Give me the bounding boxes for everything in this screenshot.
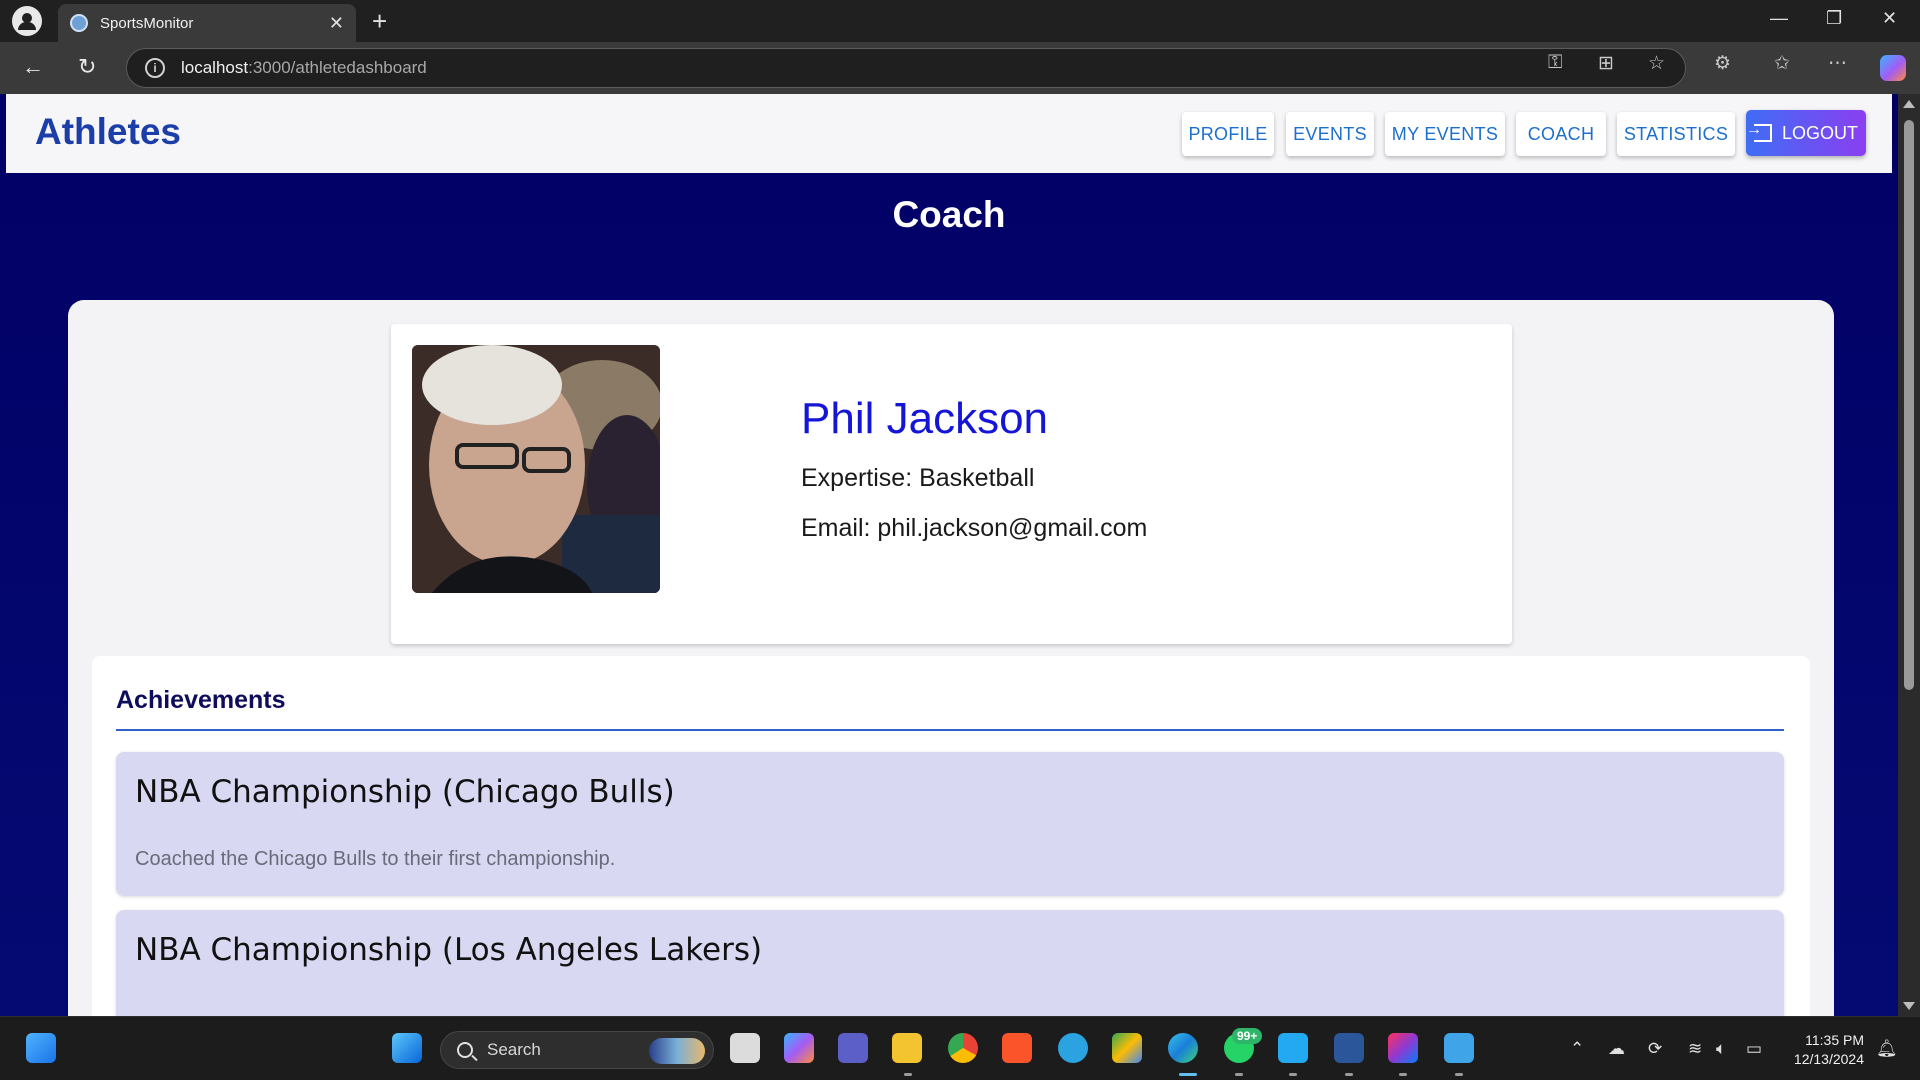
reload-icon[interactable]: ↻ [78,54,96,80]
new-tab-icon[interactable]: + [372,6,387,36]
nav-coach-button[interactable]: COACH [1516,112,1606,156]
battery-icon[interactable]: ▭ [1746,1039,1762,1059]
word-icon[interactable] [1334,1033,1364,1063]
chevron-up-icon[interactable]: ⌃ [1570,1039,1584,1059]
widgets-icon[interactable] [26,1033,56,1063]
achievement-card: NBA Championship (Los Angeles Lakers) [116,910,1784,1016]
logout-icon [1746,121,1772,142]
achievement-description: Coached the Chicago Bulls to their first… [135,848,616,870]
url-path: :3000/athletedashboard [248,58,427,77]
favorites-icon[interactable]: ✩ [1774,52,1790,75]
back-icon[interactable]: ← [22,54,44,80]
coach-name: Phil Jackson [801,394,1049,443]
achievement-title: NBA Championship (Chicago Bulls) [135,774,675,810]
edge-icon[interactable] [1168,1033,1198,1063]
achievement-title: NBA Championship (Los Angeles Lakers) [135,932,763,968]
brave-icon[interactable] [1002,1033,1032,1063]
restore-icon[interactable]: ❐ [1826,8,1842,29]
running-indicator [1345,1073,1353,1076]
browser-toolbar: ← ↻ i localhost :3000/athletedashboard ⚿… [0,42,1920,94]
running-indicator [1235,1073,1243,1076]
nav-my-events-button[interactable]: MY EVENTS [1385,112,1505,156]
coach-expertise: Expertise: Basketball [801,464,1035,492]
running-indicator [904,1073,912,1076]
address-bar[interactable]: i localhost :3000/athletedashboard [126,48,1686,88]
notifications-icon[interactable]: 🔔︎ [1876,1039,1898,1059]
search-highlight-icon [649,1038,705,1064]
running-indicator [1289,1073,1297,1076]
brand-title[interactable]: Athletes [35,111,181,153]
volume-icon[interactable]: 🔈︎ [1716,1039,1726,1059]
coach-card: Phil Jackson Expertise: Basketball Email… [391,324,1512,644]
logout-button[interactable]: LOGOUT [1746,110,1866,156]
running-indicator [1455,1073,1463,1076]
page-viewport: Athletes PROFILE EVENTS MY EVENTS COACH … [0,94,1898,1016]
favorite-star-icon[interactable]: ☆ [1648,52,1665,75]
whatsapp-badge: 99+ [1232,1028,1263,1044]
taskbar-search[interactable]: Search [440,1031,714,1069]
taskbar-clock[interactable]: 11:35 PM 12/13/2024 [1768,1031,1864,1069]
vscode-icon[interactable] [1278,1033,1308,1063]
nav-profile-button[interactable]: PROFILE [1182,112,1274,156]
search-icon [457,1042,473,1058]
task-view-icon[interactable] [730,1033,760,1063]
logout-label: LOGOUT [1781,122,1858,143]
globe-icon [70,14,88,32]
file-explorer-icon[interactable] [892,1033,922,1063]
intellij-icon[interactable] [1388,1033,1418,1063]
clock-date: 12/13/2024 [1793,1051,1864,1067]
windows-taskbar: Search 99+ ⌃ ☁ ⟳ ≋ 🔈︎ ▭ 11:35 PM 12/13/2… [0,1016,1920,1080]
browser-tab-bar: SportsMonitor ✕ + — ❐ ✕ [0,0,1920,42]
telegram-icon[interactable] [1058,1033,1088,1063]
clock-time: 11:35 PM [1805,1032,1864,1048]
running-indicator [1399,1073,1407,1076]
minimize-icon[interactable]: — [1770,8,1788,29]
copilot-icon[interactable] [1880,55,1906,81]
copilot-app-icon[interactable] [784,1033,814,1063]
active-indicator [1179,1073,1197,1076]
nav-events-button[interactable]: EVENTS [1286,112,1374,156]
coach-email: Email: phil.jackson@gmail.com [801,514,1148,542]
sync-icon[interactable]: ⟳ [1648,1039,1662,1059]
nav-statistics-button[interactable]: STATISTICS [1617,112,1735,156]
coach-panel: Phil Jackson Expertise: Basketball Email… [68,300,1834,1016]
close-window-icon[interactable]: ✕ [1882,8,1897,29]
notepad-icon[interactable] [1444,1033,1474,1063]
chrome-icon[interactable] [948,1033,978,1063]
wifi-icon[interactable]: ≋ [1688,1039,1702,1059]
teams-icon[interactable] [838,1033,868,1063]
start-icon[interactable] [392,1033,422,1063]
achievement-card: NBA Championship (Chicago Bulls) Coached… [116,752,1784,896]
tab-title: SportsMonitor [100,14,194,32]
page-scrollbar[interactable] [1898,94,1920,1016]
scroll-thumb[interactable] [1904,120,1914,690]
taskbar-search-label: Search [487,1040,541,1059]
url-host: localhost [181,58,249,77]
app-grid-icon[interactable]: ⊞ [1598,52,1614,75]
coach-photo [412,345,660,593]
onedrive-icon[interactable]: ☁ [1608,1039,1625,1059]
page-title: Coach [892,194,1006,235]
app-header: Athletes PROFILE EVENTS MY EVENTS COACH … [6,94,1892,173]
achievements-section: Achievements NBA Championship (Chicago B… [92,656,1810,1016]
browser-tab[interactable]: SportsMonitor ✕ [58,4,356,42]
key-icon[interactable]: ⚿ [1548,52,1562,74]
extensions-icon[interactable]: ⚙ [1714,52,1731,75]
close-tab-icon[interactable]: ✕ [329,13,344,34]
scroll-up-icon[interactable] [1903,100,1915,108]
scroll-down-icon[interactable] [1903,1002,1915,1010]
browser-profile-icon[interactable] [12,6,42,36]
achievements-divider [116,729,1784,731]
achievements-heading: Achievements [116,686,286,714]
more-icon[interactable]: ⋯ [1828,52,1847,75]
site-info-icon[interactable]: i [145,58,165,78]
meet-icon[interactable] [1112,1033,1142,1063]
